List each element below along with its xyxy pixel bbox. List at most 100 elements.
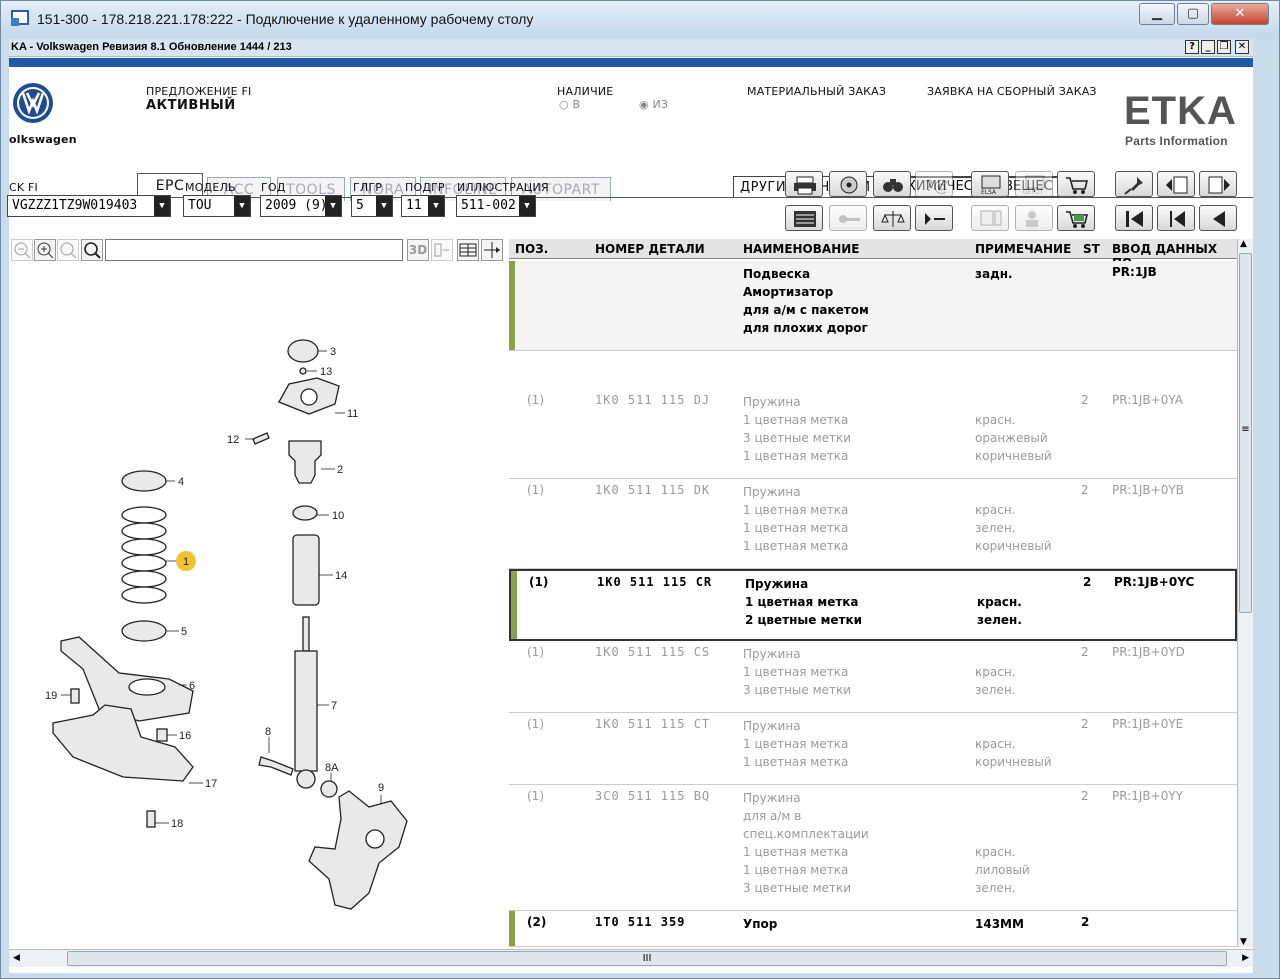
callout-label[interactable]: 4 [178,476,184,488]
cart-button[interactable] [1057,171,1095,197]
vscroll-thumb[interactable]: ≡ [1239,253,1252,613]
cd-button[interactable] [829,171,867,197]
scroll-up-icon[interactable]: ▲ [1240,239,1247,249]
scroll-down-icon[interactable]: ▼ [1240,937,1247,947]
zoom-100-button[interactable] [57,239,79,261]
binoculars-button[interactable] [873,171,911,197]
zoom-out-button[interactable] [11,239,33,261]
callout-label[interactable]: 13 [320,366,332,378]
help-button[interactable]: ? [1185,40,1199,54]
first-button[interactable] [1115,205,1153,231]
callout-label[interactable]: 16 [179,730,191,742]
rdp-minimize-button[interactable]: ▁ [1139,3,1175,25]
callout-label[interactable]: 19 [45,690,57,702]
callout-label[interactable]: 10 [332,510,344,522]
callout-label[interactable]: 12 [227,434,239,446]
compare-button[interactable] [971,205,1009,231]
vin-select[interactable]: VGZZZ1TZ9W019403 ▼ [7,195,171,217]
assembly-order-label[interactable]: ЗАЯВКА НА СБОРНЫЙ ЗАКАЗ [927,85,1097,98]
col-part-number[interactable]: НОМЕР ДЕТАЛИ [595,242,705,256]
callout-label[interactable]: 18 [171,818,183,830]
elsa-button[interactable]: ELSA [971,171,1009,197]
list-button[interactable] [785,205,823,231]
balance-button[interactable] [873,205,911,231]
depot-button[interactable]: DEPOT [1015,171,1053,197]
availability-v-radio[interactable]: ○ В [559,98,580,111]
table-row[interactable]: (1) 1K0 511 115 CR Пружина 1 цветная метка 2… [509,569,1237,641]
col-name[interactable]: НАИМЕНОВАНИЕ [743,242,859,256]
row-name-line: 3 цветные метки [743,431,852,445]
rdp-maximize-button[interactable]: ▢ [1177,3,1209,25]
row-name-line: Пружина [745,577,809,591]
callout-label[interactable]: 17 [205,778,217,790]
callout-label[interactable]: 8A [325,762,339,774]
callout-label[interactable]: 2 [337,464,343,476]
remove-button[interactable] [915,205,953,231]
vertical-scrollbar[interactable]: ▲ ≡ ▼ [1237,239,1253,947]
illustration-select[interactable]: 511-002 ▼ [456,195,536,217]
app-restore-button[interactable]: ❐ [1217,40,1231,54]
year-select[interactable]: 2009 (9) ▼ [260,195,342,217]
table-row[interactable]: (1) 3C0 511 115 BQ Пружина для а/м в спец.ко… [509,785,1237,911]
row-note-line [977,575,1022,593]
callout-label[interactable]: 11 [347,408,358,420]
table-row[interactable]: (1) 1K0 511 115 CT Пружина 1 цветная метка 1… [509,713,1237,785]
split-view-button[interactable] [431,239,453,261]
scroll-right-icon[interactable]: ▶ [1242,953,1249,963]
expand-button[interactable] [481,239,503,261]
query-button[interactable]: ?@ [915,171,953,197]
next-page-button[interactable] [1199,171,1237,197]
print-button[interactable] [785,171,823,197]
parts-illustration[interactable]: 3 13 11 12 2 4 10 1 14 5 6 19 16 7 17 8 … [9,267,509,947]
callout-label[interactable]: 14 [335,570,347,582]
row-name-line: 1 цветная метка [743,737,849,751]
table-row[interactable]: (1) 1K0 511 115 CS Пружина 1 цветная метка 3… [509,641,1237,713]
callout-label[interactable]: 8 [265,726,271,738]
main-group-select[interactable]: 5 ▼ [351,195,393,217]
app-close-button[interactable]: ✕ [1235,40,1249,54]
callout-label[interactable]: 7 [331,700,337,712]
callout-label[interactable]: 5 [181,626,187,638]
row-note-line [975,789,1030,807]
sub-group-select[interactable]: 11 ▼ [401,195,445,217]
table-row[interactable]: (1) 1K0 511 115 DK Пружина 1 цветная метка 1… [509,479,1237,569]
search-illustration-button[interactable] [81,239,103,261]
app-minimize-button[interactable]: _ [1201,40,1215,54]
horizontal-scrollbar[interactable]: ◀ III ▶ [9,949,1253,967]
row-part-number: 1K0 511 115 DK [595,483,711,497]
hscroll-thumb[interactable]: III [67,951,1227,966]
row-st: 2 [1081,789,1089,803]
callout-label[interactable]: 6 [189,680,195,692]
rdp-close-button[interactable]: ✕ [1211,3,1269,25]
radio-off-icon: ○ [559,98,569,111]
col-note[interactable]: ПРИМЕЧАНИЕ [975,242,1071,256]
table-row[interactable]: (2) 1T0 511 359 Упор 143MM 2 [509,911,1237,947]
prev-page-button[interactable] [1157,171,1195,197]
availability-iz-radio[interactable]: ◉ ИЗ [639,98,668,111]
key-button[interactable] [829,205,867,231]
col-pos[interactable]: ПОЗ. [515,242,548,256]
row-name-line: Пружина [743,719,801,733]
back-button[interactable] [1199,205,1237,231]
table-row[interactable]: (1) 1K0 511 115 DJ Пружина 1 цветная метка 3… [509,389,1237,479]
people-button[interactable] [1015,205,1053,231]
part-10-ring [292,505,318,521]
zoom-in-button[interactable] [34,239,56,261]
pin-button[interactable] [1115,171,1153,197]
callout-label[interactable]: 1 [183,556,189,568]
layout-button[interactable] [457,239,479,261]
table-row[interactable]: Подвеска Амортизатор для а/м с пакетом для … [509,261,1237,351]
callout-label[interactable]: 9 [378,782,384,794]
cart-grid-button[interactable] [1057,205,1095,231]
material-order-label[interactable]: МАТЕРИАЛЬНЫЙ ЗАКАЗ [747,85,886,98]
row-note-line [975,807,1030,825]
row-note-line: зелен. [975,881,1016,895]
illustration-search-input[interactable] [105,239,403,261]
col-st[interactable]: ST [1083,242,1100,256]
view-3d-button[interactable]: 3D [407,239,429,261]
model-select[interactable]: TOU ▼ [183,195,251,217]
row-input: PR:1JB+0YB [1112,483,1184,497]
callout-label[interactable]: 3 [330,346,336,358]
scroll-left-icon[interactable]: ◀ [13,953,20,963]
previous-button[interactable] [1157,205,1195,231]
